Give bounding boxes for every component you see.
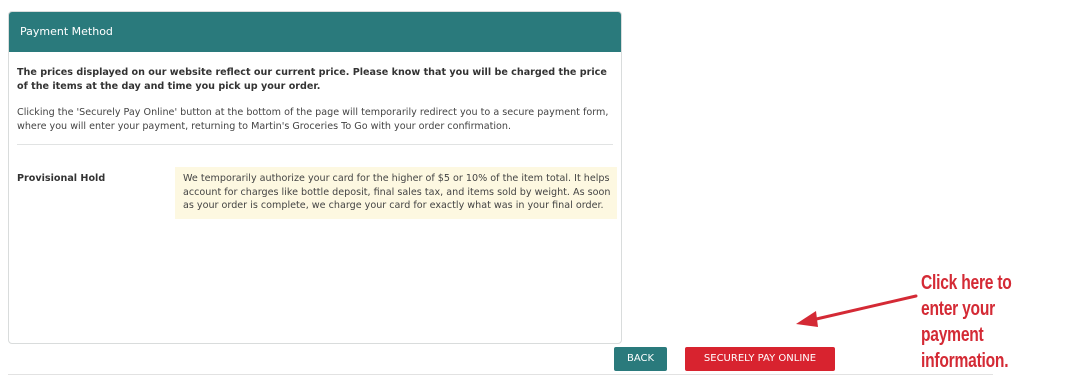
provisional-hold-label: Provisional Hold	[17, 173, 106, 185]
provisional-hold-text: We temporarily authorize your card for t…	[175, 167, 617, 219]
panel-title: Payment Method	[9, 12, 621, 52]
panel-body: The prices displayed on our website refl…	[9, 52, 621, 237]
redirect-detail: Clicking the 'Securely Pay Online' butto…	[17, 106, 613, 146]
provisional-hold-row: Provisional Hold We temporarily authoriz…	[17, 167, 617, 237]
callout-text: Click here to enter your payment informa…	[921, 272, 1012, 372]
payment-method-panel: Payment Method The prices displayed on o…	[8, 11, 622, 344]
price-notice: The prices displayed on our website refl…	[17, 67, 607, 92]
back-button[interactable]: BACK	[614, 347, 667, 371]
callout-arrow-icon	[796, 294, 918, 327]
securely-pay-online-button[interactable]: SECURELY PAY ONLINE	[685, 347, 835, 371]
